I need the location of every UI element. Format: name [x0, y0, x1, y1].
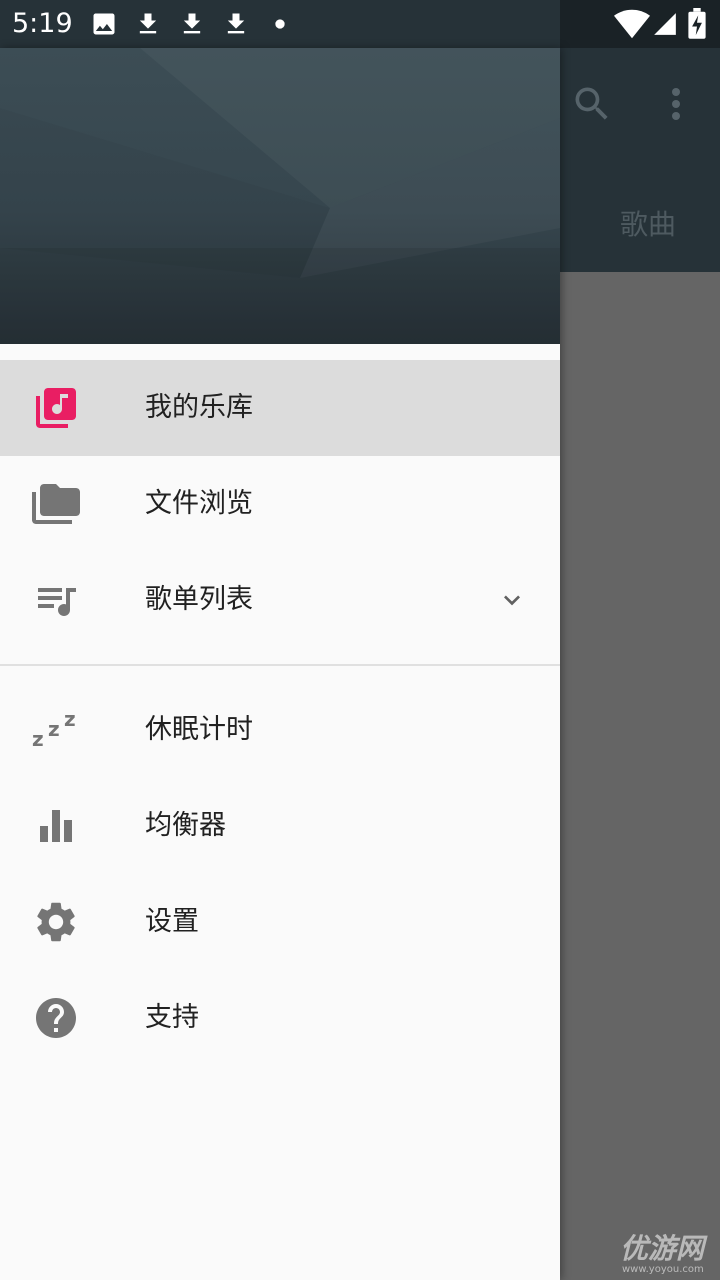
more-vert-icon[interactable]	[660, 82, 692, 126]
svg-text:z: z	[48, 717, 60, 741]
folder-copy-icon	[32, 484, 80, 524]
divider	[0, 664, 560, 666]
signal-icon	[654, 13, 676, 35]
drawer-item-playlists[interactable]: 歌单列表	[0, 552, 560, 648]
navigation-drawer: 我的乐库 文件浏览 歌单列表 z z z 休眠计时 均衡器 设置 支持	[0, 48, 560, 1280]
battery-charging-icon	[688, 8, 706, 39]
search-icon[interactable]	[570, 82, 614, 126]
image-icon	[93, 13, 115, 35]
drawer-item-label: 均衡器	[145, 810, 226, 841]
drawer-item-label: 休眠计时	[145, 714, 253, 745]
queue-music-icon	[38, 588, 76, 616]
clock: 5:19	[12, 8, 73, 39]
status-bar: 5:19	[0, 0, 720, 48]
drawer-item-label: 文件浏览	[145, 488, 253, 519]
drawer-header	[0, 48, 560, 344]
drawer-item-support[interactable]: 支持	[0, 970, 560, 1066]
settings-gear-icon	[37, 902, 75, 942]
help-icon	[36, 998, 76, 1038]
drawer-item-label: 我的乐库	[145, 392, 253, 423]
drawer-item-sleep-timer[interactable]: z z z 休眠计时	[0, 682, 560, 778]
drawer-item-file-browser[interactable]: 文件浏览	[0, 456, 560, 552]
drawer-item-label: 歌单列表	[145, 584, 253, 615]
drawer-item-label: 设置	[145, 906, 199, 937]
drawer-item-equalizer[interactable]: 均衡器	[0, 778, 560, 874]
dot-icon	[275, 19, 285, 29]
chevron-down-icon[interactable]	[496, 584, 528, 616]
wifi-icon	[614, 9, 650, 39]
download-icon	[139, 13, 157, 34]
equalizer-icon	[40, 810, 72, 842]
sleep-zzz-icon: z z z	[32, 707, 76, 751]
drawer-item-settings[interactable]: 设置	[0, 874, 560, 970]
svg-text:z: z	[64, 707, 76, 731]
library-music-icon	[36, 388, 76, 428]
download-icon	[227, 13, 245, 34]
drawer-item-my-library[interactable]: 我的乐库	[0, 360, 560, 456]
tab-songs[interactable]: 歌曲	[588, 200, 708, 250]
svg-text:z: z	[32, 727, 44, 751]
watermark-logo: 优游网 www.yoyou.com	[620, 1232, 705, 1275]
download-icon	[183, 13, 201, 34]
drawer-item-label: 支持	[145, 1002, 199, 1033]
header-background-art	[0, 48, 560, 344]
